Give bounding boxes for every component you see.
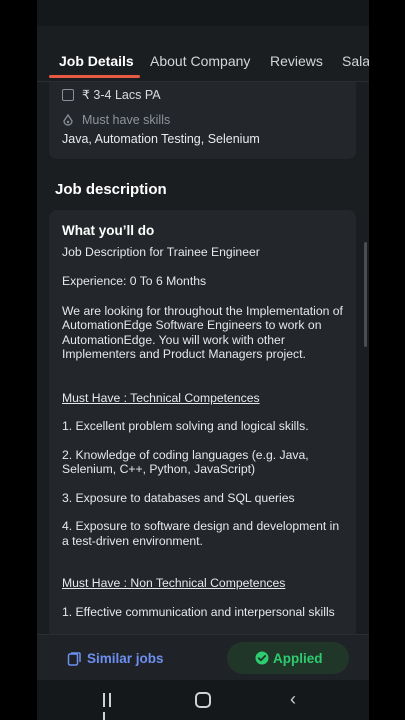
skills-heading-row: Must have skills (62, 113, 170, 127)
active-tab-indicator (49, 75, 140, 78)
bottom-action-bar: Similar jobs Applied (37, 634, 369, 680)
nontech-item-1: 1. Effective communication and interpers… (62, 604, 335, 619)
tab-salary[interactable]: Sala (342, 53, 369, 69)
intro-paragraph: We are looking for throughout the Implem… (62, 303, 343, 362)
recents-icon[interactable] (103, 693, 119, 720)
tech-item-3: 3. Exposure to databases and SQL queries (62, 490, 295, 505)
salary-value: ₹ 3-4 Lacs PA (82, 88, 161, 102)
skills-list: Java, Automation Testing, Selenium (62, 132, 260, 146)
non-technical-competences-heading: Must Have : Non Technical Competences (62, 576, 286, 590)
experience-line: Experience: 0 To 6 Months (62, 274, 207, 288)
scrollbar-thumb[interactable] (364, 242, 367, 347)
job-summary-card: ₹ 3-4 Lacs PA Must have skills Java, Aut… (49, 82, 356, 159)
skill-drop-icon (63, 114, 73, 126)
what-youll-do-heading: What you’ll do (62, 223, 155, 238)
tab-about-company[interactable]: About Company (150, 53, 250, 69)
similar-jobs-label: Similar jobs (87, 651, 164, 666)
applied-button[interactable]: Applied (227, 642, 349, 674)
app-screen: Job Details About Company Reviews Sala ₹… (37, 0, 369, 720)
tab-reviews[interactable]: Reviews (270, 53, 323, 69)
jd-title-line: Job Description for Trainee Engineer (62, 244, 260, 259)
check-circle-icon (255, 651, 269, 665)
applied-label: Applied (273, 651, 323, 666)
salary-row: ₹ 3-4 Lacs PA (62, 87, 161, 102)
job-description-card: What you’ll do Job Description for Train… (49, 210, 356, 634)
tab-bar: Job Details About Company Reviews Sala (37, 26, 369, 82)
back-icon[interactable]: ‹ (290, 689, 296, 710)
job-details-content[interactable]: ₹ 3-4 Lacs PA Must have skills Java, Aut… (37, 82, 369, 634)
tech-item-4: 4. Exposure to software design and devel… (62, 519, 340, 548)
job-description-body: What you’ll do Job Description for Train… (62, 223, 347, 619)
home-icon[interactable] (195, 692, 211, 708)
status-bar (37, 0, 369, 26)
job-description-title: Job description (55, 181, 167, 198)
technical-competences-heading: Must Have : Technical Competences (62, 390, 260, 405)
similar-jobs-button[interactable]: Similar jobs (67, 651, 164, 666)
tech-item-1: 1. Excellent problem solving and logical… (62, 419, 309, 433)
similar-jobs-icon (67, 652, 81, 666)
wallet-icon (62, 89, 74, 101)
skills-heading: Must have skills (82, 113, 171, 127)
tab-job-details[interactable]: Job Details (59, 53, 134, 69)
tech-item-2: 2. Knowledge of coding languages (e.g. J… (62, 447, 309, 477)
system-nav-bar: ‹ (37, 680, 369, 720)
